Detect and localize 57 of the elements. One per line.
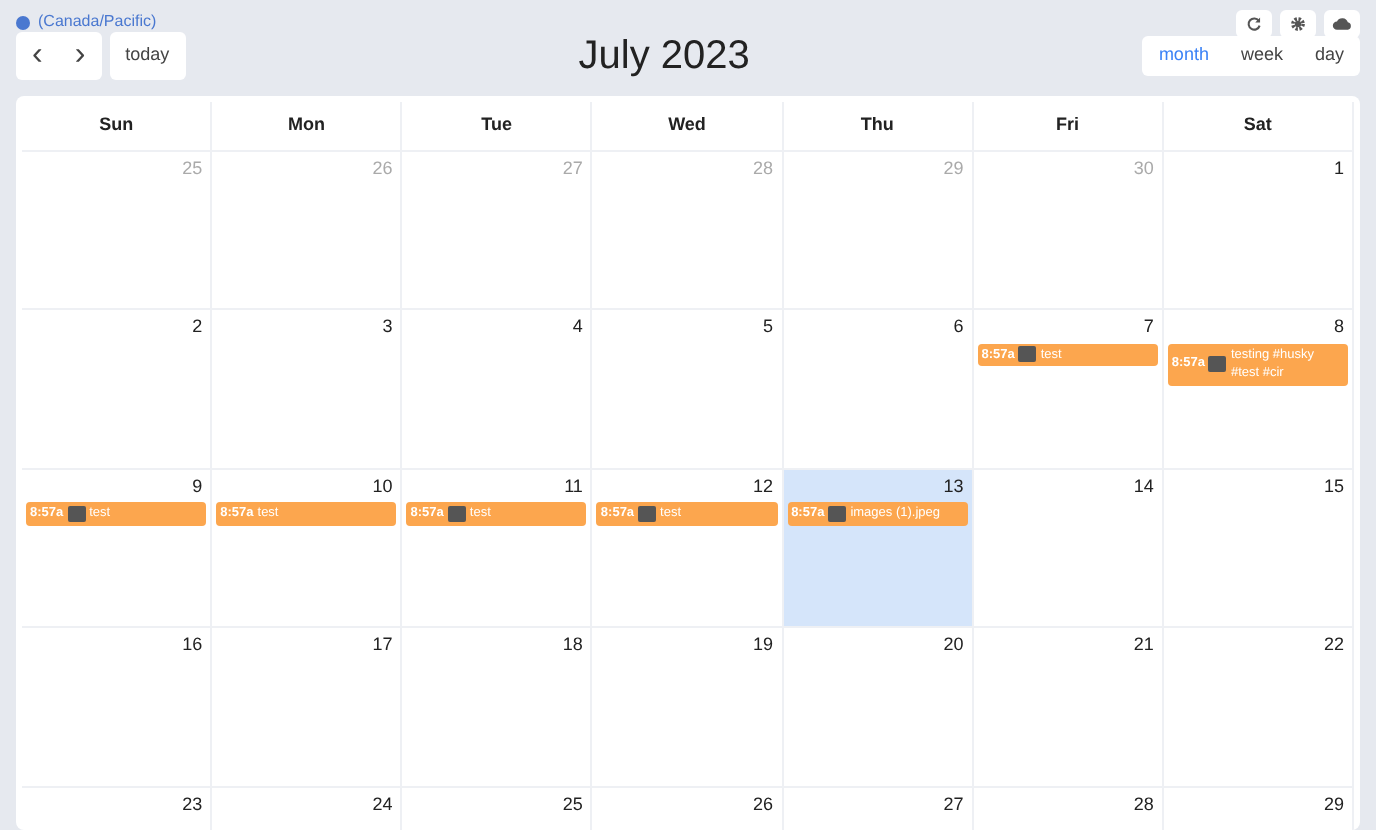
day-number: 6: [951, 314, 966, 340]
day-number: 26: [370, 155, 395, 181]
weekday-header: Mon: [212, 102, 403, 151]
day-number: 10: [370, 473, 395, 499]
day-number: 17: [370, 632, 395, 658]
day-number: 3: [380, 314, 395, 340]
day-number: 7: [1141, 314, 1156, 340]
day-number: 24: [370, 791, 395, 817]
day-number: 25: [560, 791, 585, 817]
day-number: 12: [751, 473, 776, 499]
settings-icon: [1290, 16, 1306, 32]
day-number: 5: [761, 314, 776, 340]
day-number: 27: [941, 791, 966, 817]
photo-placeholder: [67, 505, 86, 522]
photo-placeholder: [1208, 356, 1227, 373]
day-number: 29: [1321, 791, 1346, 817]
refresh-button[interactable]: [1236, 10, 1272, 38]
cloud-icon: [1332, 16, 1352, 32]
weekday-header: Tue: [402, 102, 593, 151]
day-number: 25: [180, 155, 205, 181]
timezone-label: (Canada/Pacific): [38, 10, 157, 34]
day-number: 22: [1321, 632, 1346, 658]
day-number: 28: [1131, 791, 1156, 817]
photo-placeholder: [638, 505, 657, 522]
weekday-header: Thu: [783, 102, 974, 151]
day-number: 9: [190, 473, 205, 499]
day-number: 28: [751, 155, 776, 181]
day-number: 13: [941, 473, 966, 499]
day-number: 2: [190, 314, 205, 340]
day-number: 23: [180, 791, 205, 817]
photo-placeholder: [1018, 346, 1037, 363]
day-number: 27: [560, 155, 585, 181]
day-number: 16: [180, 632, 205, 658]
day-number: 26: [751, 791, 776, 817]
day-number: 11: [562, 473, 585, 499]
cloud-download-button[interactable]: [1324, 10, 1360, 38]
day-number: 14: [1131, 473, 1156, 499]
weekday-header: Sun: [22, 102, 213, 151]
day-number: 4: [570, 314, 585, 340]
today-button[interactable]: today: [109, 32, 186, 80]
day-number: 19: [751, 632, 776, 658]
settings-button[interactable]: [1280, 10, 1316, 38]
weekday-header: Sat: [1163, 102, 1354, 151]
day-number: 1: [1331, 155, 1346, 181]
photo-placeholder: [828, 505, 847, 522]
weekday-header: Fri: [973, 102, 1164, 151]
month-title: July 2023: [578, 36, 750, 76]
day-number: 18: [560, 632, 585, 658]
refresh-icon: [1246, 16, 1262, 32]
day-number: 29: [941, 155, 966, 181]
day-number: 21: [1131, 632, 1156, 658]
day-number: 8: [1331, 314, 1346, 340]
day-number: 30: [1131, 155, 1156, 181]
day-number: 15: [1321, 473, 1346, 499]
day-number: 20: [941, 632, 966, 658]
weekday-header: Wed: [592, 102, 784, 151]
photo-placeholder: [447, 505, 466, 522]
